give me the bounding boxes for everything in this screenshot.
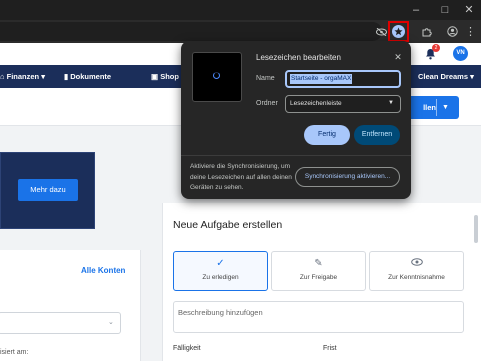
action-divider bbox=[436, 99, 437, 116]
popup-title: Lesezeichen bearbeiten bbox=[256, 53, 341, 62]
folder-label: Ordner bbox=[256, 100, 278, 107]
notification-badge: 2 bbox=[432, 44, 440, 52]
nav-shop-label: Shop bbox=[160, 72, 179, 81]
profile-icon[interactable] bbox=[444, 23, 461, 40]
popup-divider bbox=[181, 155, 411, 156]
nav-clean-dreams-label: Clean Dreams bbox=[418, 72, 469, 81]
close-icon[interactable]: ✕ bbox=[392, 51, 404, 63]
browser-tabstrip: – □ ✕ bbox=[0, 0, 481, 20]
maximize-icon[interactable]: □ bbox=[435, 3, 455, 17]
enable-sync-button[interactable]: Synchronisierung aktivieren... bbox=[295, 167, 400, 187]
name-label: Name bbox=[256, 75, 275, 82]
faelligkeit-label: Fälligkeit bbox=[173, 345, 201, 352]
bookmark-name-input[interactable]: Startseite - orgaMAX bbox=[285, 70, 401, 88]
avatar[interactable]: VN bbox=[453, 46, 468, 61]
document-icon: ▮ bbox=[64, 72, 69, 81]
option-label: Zur Kenntnisnahme bbox=[388, 274, 445, 281]
nav-finanzen[interactable]: ⌂ Finanzen ▾ bbox=[0, 65, 45, 88]
frist-label: Frist bbox=[323, 345, 337, 352]
nav-dokumente-label: Dokumente bbox=[70, 72, 112, 81]
nav-clean-dreams[interactable]: Clean Dreams ▾ bbox=[418, 65, 474, 88]
bank-icon: ⌂ bbox=[0, 72, 5, 81]
option-zur-freigabe[interactable]: ✎ Zur Freigabe bbox=[271, 251, 366, 291]
chevron-down-icon: ▾ bbox=[41, 72, 45, 81]
done-button[interactable]: Fertig bbox=[304, 125, 350, 145]
task-title: Neue Aufgabe erstellen bbox=[173, 219, 283, 231]
option-label: Zu erledigen bbox=[202, 274, 239, 281]
description-input[interactable] bbox=[173, 301, 464, 333]
sync-date-label: isiert am: bbox=[0, 349, 29, 356]
nav-shop[interactable]: ▣ Shop bbox=[151, 65, 179, 88]
loading-spinner-icon bbox=[213, 72, 220, 79]
option-label: Zur Freigabe bbox=[299, 274, 338, 281]
account-select[interactable] bbox=[0, 312, 121, 334]
eye-icon bbox=[370, 258, 463, 270]
alle-konten-link[interactable]: Alle Konten bbox=[81, 266, 125, 275]
extensions-icon[interactable] bbox=[418, 23, 435, 40]
bookmark-star-icon[interactable] bbox=[388, 21, 409, 42]
scrollbar[interactable] bbox=[474, 215, 478, 243]
description-placeholder: Beschreibung hinzufügen bbox=[178, 308, 263, 317]
option-zur-kenntnisnahme[interactable]: Zur Kenntnisnahme bbox=[369, 251, 464, 291]
nav-dokumente[interactable]: ▮ Dokumente bbox=[64, 65, 111, 88]
bookmark-name-value: Startseite - orgaMAX bbox=[290, 74, 353, 84]
sync-hint-text: Aktiviere die Synchronisierung, um deine… bbox=[190, 163, 292, 191]
chevron-down-icon: ⌄ bbox=[108, 319, 114, 326]
folder-value: Lesezeichenleiste bbox=[290, 100, 342, 107]
remove-button[interactable]: Entfernen bbox=[354, 125, 400, 145]
dropdown-caret-icon: ▼ bbox=[388, 100, 394, 106]
chevron-down-icon: ▾ bbox=[470, 72, 474, 81]
checkmark-icon: ✓ bbox=[216, 258, 225, 269]
edit-icon: ✎ bbox=[314, 258, 323, 269]
nav-finanzen-label: Finanzen bbox=[6, 72, 40, 81]
menu-icon[interactable]: ⋮ bbox=[462, 23, 479, 40]
minimize-icon[interactable]: – bbox=[406, 3, 426, 17]
address-bar[interactable] bbox=[0, 22, 382, 41]
option-zu-erledigen[interactable]: ✓ Zu erledigen bbox=[173, 251, 268, 291]
close-icon[interactable]: ✕ bbox=[459, 3, 479, 17]
mehr-dazu-button[interactable]: Mehr dazu bbox=[18, 179, 78, 201]
chevron-down-icon[interactable]: ▼ bbox=[442, 96, 454, 119]
shop-icon: ▣ bbox=[151, 72, 159, 81]
